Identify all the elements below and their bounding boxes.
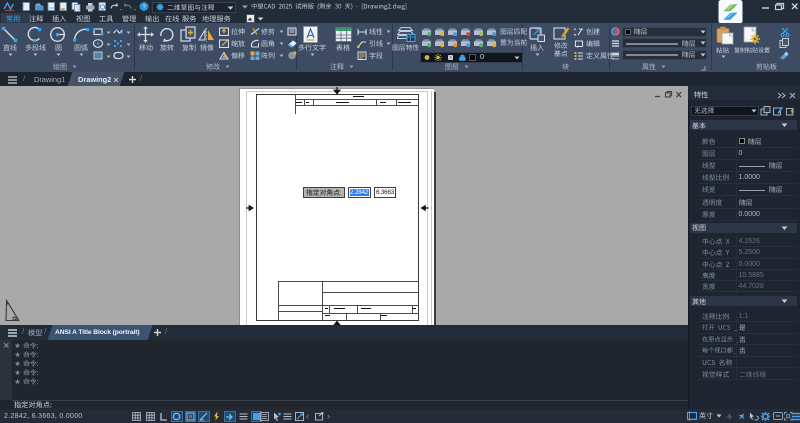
svg-text:?: ? xyxy=(142,4,146,11)
